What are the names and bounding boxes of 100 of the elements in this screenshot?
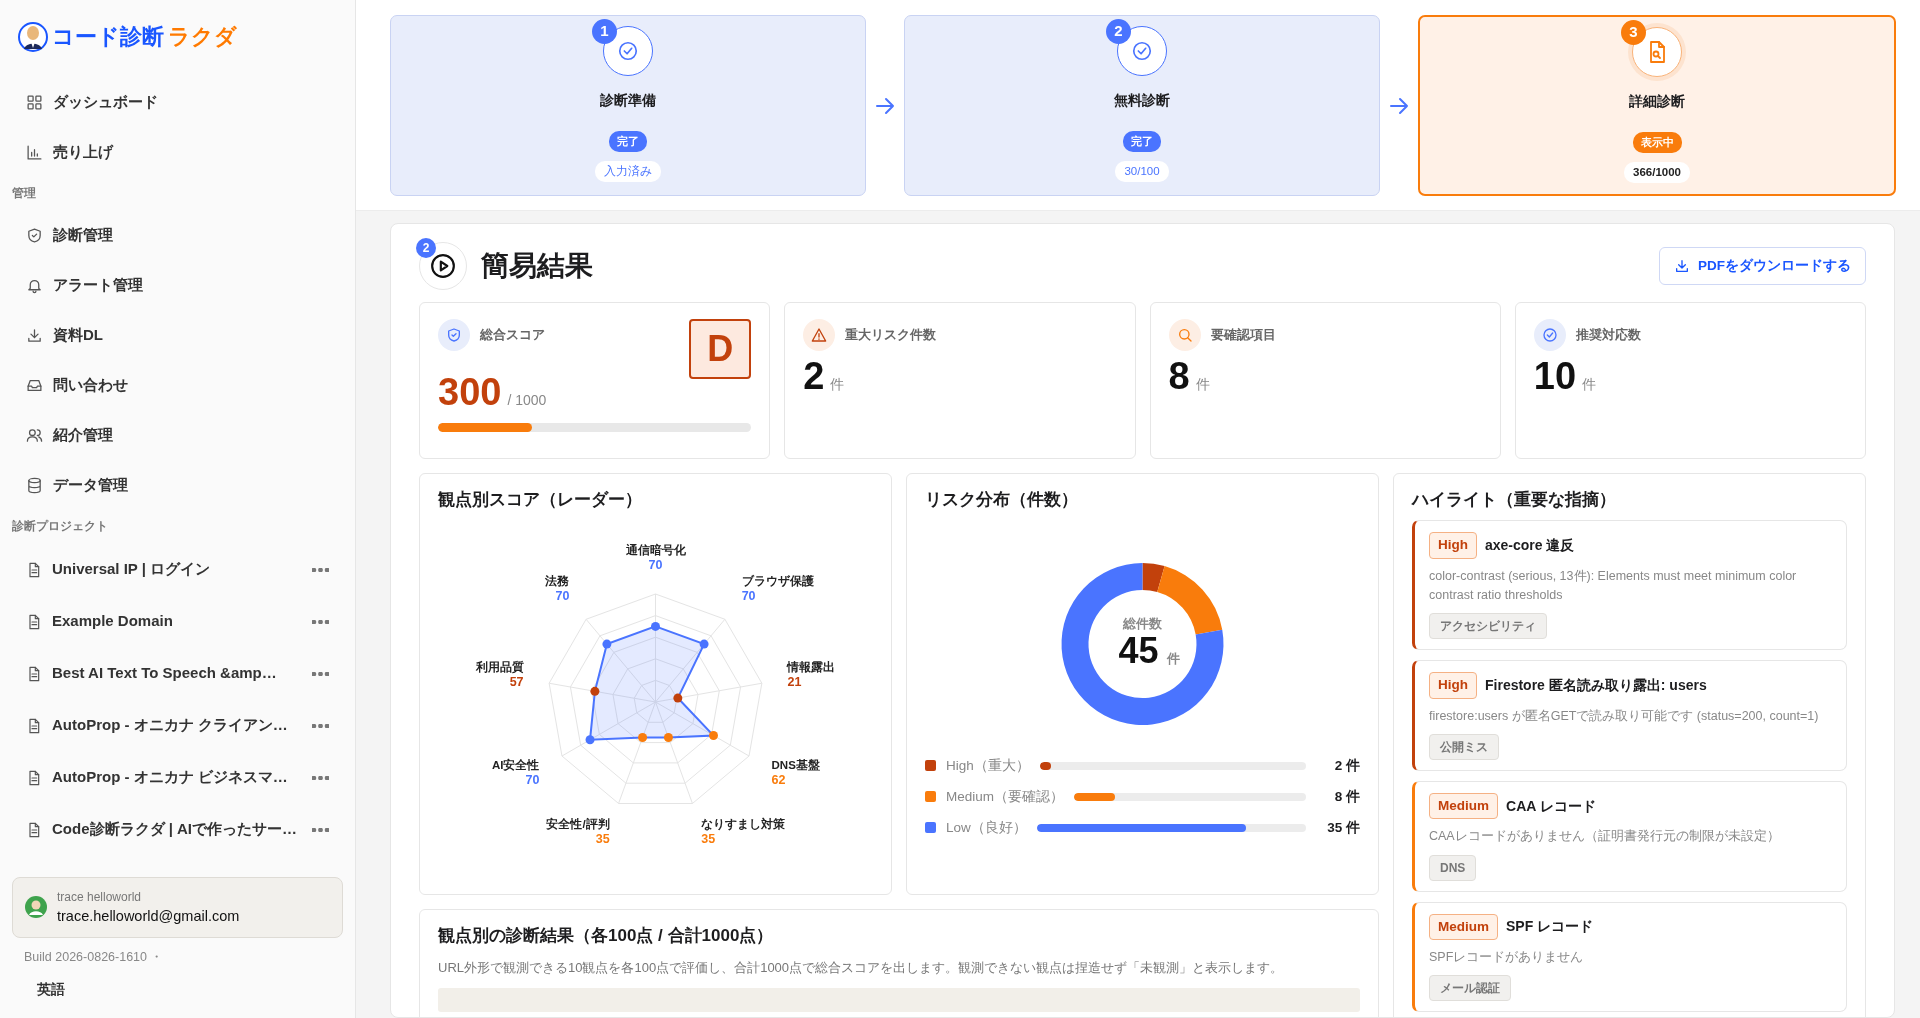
category-tag: アクセシビリティ	[1429, 613, 1547, 640]
axis-value: 35	[595, 832, 610, 847]
finding-description: CAAレコードがありません（証明書発行元の制限が未設定）	[1429, 828, 1781, 846]
brand-name: コード診断	[52, 23, 164, 51]
count-value: 35 件	[1326, 818, 1360, 837]
stat-value: 300	[438, 371, 502, 413]
card-title: リスク分布（件数）	[925, 490, 1079, 511]
play-icon	[430, 253, 456, 279]
document-icon	[26, 561, 42, 578]
nav-item[interactable]: 資料DL	[12, 310, 343, 361]
step-card[interactable]: 3 詳細診断 表示中 366/1000	[1418, 15, 1896, 196]
document-icon	[26, 769, 42, 786]
step-title: 無料診断	[1114, 91, 1170, 110]
axis-label: 安全性/評判	[546, 818, 610, 831]
download-pdf-button[interactable]: PDFをダウンロードする	[1659, 246, 1866, 286]
stat-value: 2	[803, 355, 825, 397]
step-number: 3	[1621, 20, 1646, 45]
axis-label: AI安全性	[491, 759, 540, 772]
card-description: URL外形で観測できる10観点を各100点で評価し、合計1000点で総合スコアを出します。観測できない観点は捏造せず「未観測」と表示します。	[438, 959, 1285, 978]
search-icon	[1176, 327, 1193, 343]
stat-unit: 件	[1195, 376, 1210, 392]
status-badge: 表示中	[1632, 132, 1682, 153]
more-icon	[312, 775, 329, 780]
legend-label: Medium（要確認）	[946, 787, 1064, 806]
grade-badge: D	[689, 319, 752, 379]
axis-label: 法務	[545, 575, 570, 588]
more-icon	[312, 671, 329, 676]
project-item[interactable]: Code診断ラクダ | AIで作ったサー…	[12, 803, 343, 856]
shield-check-icon	[446, 327, 462, 343]
legend-label: Low（良好）	[946, 818, 1027, 837]
user-email: trace.helloworld@gmail.com	[57, 906, 240, 926]
axis-label: ブラウザ保護	[741, 575, 814, 588]
more-icon	[312, 619, 329, 624]
more-icon	[312, 567, 329, 572]
step-detail: 30/100	[1115, 160, 1169, 182]
step-number: 2	[416, 238, 436, 258]
section-label: 管理	[12, 186, 37, 201]
card-title: ハイライト（重要な指摘）	[1412, 490, 1617, 511]
user-name: trace helloworld	[57, 888, 143, 906]
step-card[interactable]: 1 診断準備 完了 入力済み	[390, 15, 866, 196]
check-circle-icon	[617, 40, 639, 62]
step-title: 診断準備	[600, 91, 656, 110]
axis-value: 35	[701, 832, 716, 847]
download-icon	[26, 326, 43, 344]
finding-title: SPF レコード	[1506, 917, 1594, 937]
stat-value: 8	[1168, 355, 1190, 397]
finding-title: axe-core 違反	[1485, 536, 1575, 555]
project-item[interactable]: AutoProp - オニカナ ビジネスマ…	[12, 751, 343, 804]
axis-value: 70	[648, 558, 663, 573]
stat-unit: 件	[1582, 376, 1597, 392]
users-icon	[26, 426, 43, 444]
project-item[interactable]: Example Domain	[12, 595, 343, 648]
section-label: 診断プロジェクト	[12, 518, 109, 535]
warning-icon	[811, 327, 828, 343]
project-item[interactable]: AutoProp - オニカナ クライアン…	[12, 699, 343, 752]
finding-title: CAA レコード	[1506, 796, 1596, 816]
count-value: 2 件	[1333, 756, 1360, 775]
document-icon	[26, 717, 42, 734]
nav-item[interactable]: 診断管理	[12, 210, 343, 261]
bar-chart-icon	[26, 143, 43, 161]
project-item[interactable]: Universal IP | ログイン	[12, 543, 343, 596]
mascot-logo-icon	[18, 21, 48, 52]
status-badge: 完了	[609, 131, 647, 152]
card-title: 観点別スコア（レーダー）	[438, 490, 643, 511]
stat-label: 推奨対応数	[1575, 326, 1641, 344]
nav-item[interactable]: 売り上げ	[12, 127, 343, 177]
axis-label: 利用品質	[475, 661, 524, 674]
nav-item[interactable]: ダッシュボード	[12, 77, 343, 127]
step-detail: 366/1000	[1624, 161, 1690, 183]
total-unit: 件	[1167, 651, 1180, 667]
avatar-icon	[25, 896, 47, 919]
nav-item[interactable]: 問い合わせ	[12, 360, 343, 411]
nav-item[interactable]: 紹介管理	[12, 410, 343, 461]
stat-unit: 件	[830, 376, 845, 392]
category-tag: 公開ミス	[1429, 734, 1499, 760]
severity-tag: Medium	[1429, 913, 1498, 940]
step-detail: 入力済み	[595, 160, 661, 182]
axis-value: 70	[741, 589, 756, 604]
document-icon	[26, 613, 42, 630]
step-card[interactable]: 2 無料診断 完了 30/100	[904, 15, 1380, 196]
document-icon	[26, 665, 42, 682]
axis-label: なりすまし対策	[701, 818, 786, 831]
legend-label: High（重大）	[946, 756, 1030, 775]
nav-item[interactable]: アラート管理	[12, 260, 343, 311]
project-item[interactable]: Best AI Text To Speech &amp…	[12, 647, 343, 700]
download-icon	[1674, 258, 1690, 274]
axis-value: 70	[555, 589, 570, 604]
total-label: 総件数	[1123, 617, 1162, 632]
language-link[interactable]: 英語	[37, 979, 343, 1000]
count-value: 8 件	[1333, 787, 1360, 806]
axis-value: 57	[509, 675, 524, 690]
database-icon	[26, 476, 43, 494]
stat-unit: / 1000	[507, 392, 547, 408]
nav-item[interactable]: データ管理	[12, 460, 343, 511]
axis-value: 62	[771, 773, 786, 788]
user-card[interactable]: trace helloworld trace.helloworld@gmail.com	[12, 876, 343, 939]
stat-label: 要確認項目	[1210, 326, 1276, 344]
more-icon	[312, 827, 329, 832]
card-title: 観点別の診断結果（各100点 / 合計1000点）	[438, 926, 775, 947]
status-badge: 完了	[1123, 131, 1161, 152]
